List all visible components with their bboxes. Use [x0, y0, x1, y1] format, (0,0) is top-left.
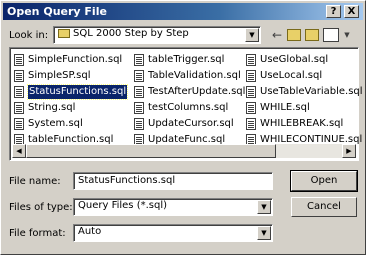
- file-column-2: tableTrigger.sql TableValidation.sql Tes…: [134, 52, 245, 148]
- sql-file-icon: [134, 118, 144, 130]
- list-item[interactable]: WHILE.sql: [246, 100, 363, 116]
- sql-file-icon: [14, 102, 24, 114]
- close-button[interactable]: X: [344, 5, 359, 18]
- sql-file-icon: [14, 86, 24, 98]
- list-item[interactable]: System.sql: [14, 116, 127, 132]
- file-name-input[interactable]: StatusFunctions.sql: [73, 172, 273, 190]
- chevron-down-icon[interactable]: ▼: [245, 28, 259, 42]
- sql-file-icon: [246, 54, 256, 66]
- view-menu-chevron-icon[interactable]: ▼: [339, 27, 355, 43]
- list-item-selected[interactable]: StatusFunctions.sql: [14, 84, 129, 100]
- list-item[interactable]: UpdateCursor.sql: [134, 116, 245, 132]
- file-type-value: Query Files (*.sql): [78, 200, 168, 211]
- look-in-dropdown[interactable]: SQL 2000 Step by Step ▼: [53, 26, 261, 44]
- help-button[interactable]: ?: [326, 5, 341, 18]
- view-menu-icon[interactable]: [323, 28, 339, 42]
- sql-file-icon: [134, 54, 144, 66]
- list-item[interactable]: UseLocal.sql: [246, 68, 363, 84]
- sql-file-icon: [134, 102, 144, 114]
- back-arrow-icon[interactable]: ←: [269, 27, 285, 43]
- file-type-label: Files of type:: [9, 202, 73, 213]
- cancel-button[interactable]: Cancel: [291, 197, 357, 217]
- sql-file-icon: [14, 118, 24, 130]
- list-item[interactable]: TestAfterUpdate.sql: [134, 84, 245, 100]
- up-folder-icon[interactable]: [287, 29, 301, 41]
- list-item[interactable]: UseTableVariable.sql: [246, 84, 363, 100]
- chevron-down-icon[interactable]: ▼: [257, 226, 271, 240]
- file-column-1: SimpleFunction.sql SimpleSP.sql StatusFu…: [14, 52, 129, 148]
- list-item[interactable]: tableTrigger.sql: [134, 52, 245, 68]
- sql-file-icon: [246, 118, 256, 130]
- chevron-down-icon[interactable]: ▼: [257, 200, 271, 214]
- file-name-label: File name:: [9, 176, 61, 187]
- horizontal-scrollbar[interactable]: ◀ ▶: [12, 144, 356, 158]
- sql-file-icon: [246, 102, 256, 114]
- file-format-label: File format:: [9, 228, 66, 239]
- sql-file-icon: [246, 86, 256, 98]
- list-item[interactable]: SimpleFunction.sql: [14, 52, 127, 68]
- list-item[interactable]: SimpleSP.sql: [14, 68, 127, 84]
- sql-file-icon: [14, 54, 24, 66]
- open-query-file-dialog: Open Query File ? X Look in: SQL 2000 St…: [0, 0, 366, 255]
- window-title: Open Query File: [7, 5, 107, 18]
- list-item[interactable]: WHILEBREAK.sql: [246, 116, 363, 132]
- file-type-dropdown[interactable]: Query Files (*.sql) ▼: [73, 198, 273, 216]
- open-button[interactable]: Open: [290, 170, 358, 192]
- scrollbar-thumb[interactable]: [26, 144, 276, 158]
- new-folder-icon[interactable]: [305, 29, 319, 41]
- sql-file-icon: [246, 70, 256, 82]
- scroll-left-icon[interactable]: ◀: [12, 144, 26, 158]
- sql-file-icon: [134, 70, 144, 82]
- file-format-dropdown[interactable]: Auto ▼: [73, 224, 273, 242]
- list-item[interactable]: String.sql: [14, 100, 127, 116]
- list-item[interactable]: TableValidation.sql: [134, 68, 245, 84]
- sql-file-icon: [134, 86, 144, 98]
- scroll-right-icon[interactable]: ▶: [342, 144, 356, 158]
- folder-icon: [58, 28, 70, 38]
- file-list[interactable]: SimpleFunction.sql SimpleSP.sql StatusFu…: [9, 47, 363, 161]
- title-bar[interactable]: Open Query File ? X: [3, 3, 363, 20]
- file-format-value: Auto: [78, 226, 102, 237]
- list-item[interactable]: UseGlobal.sql: [246, 52, 363, 68]
- file-column-3: UseGlobal.sql UseLocal.sql UseTableVaria…: [246, 52, 363, 148]
- look-in-value: SQL 2000 Step by Step: [73, 28, 189, 39]
- list-item[interactable]: testColumns.sql: [134, 100, 245, 116]
- look-in-label: Look in:: [9, 30, 49, 41]
- sql-file-icon: [14, 70, 24, 82]
